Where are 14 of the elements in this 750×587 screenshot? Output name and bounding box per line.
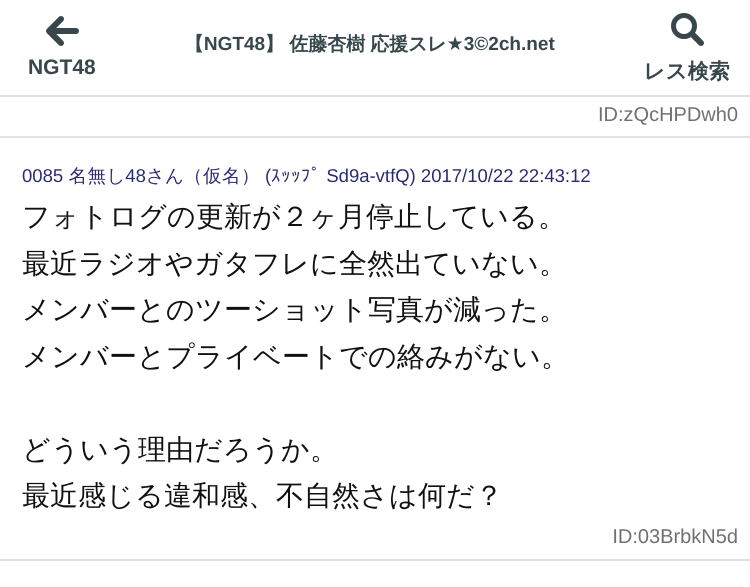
post-text-line: どういう理由だろうか。 [22,432,339,466]
post-text-line: 最近感じる違和感、不自然さは何だ？ [22,479,504,513]
poster-id: ID:03BrbkN5d [611,524,738,550]
back-arrow-icon [44,16,79,46]
post-text-line: メンバーとプライベートでの絡みがない。 [22,340,570,374]
post-header: 0085 名無し48さん（仮名） (ｽｯｯﾌﾟ Sd9a-vtfQ) 2017/10/22 22:43:12 [22,164,592,188]
post-text-line: フォトログの更新が２ヶ月停止している。 [22,200,567,234]
poster-id: ID:zQcHPDwh0 [596,103,738,128]
post-text-line: メンバーとのツーショット写真が減った。 [22,293,568,327]
search-button[interactable]: レス検索 [644,10,730,84]
search-icon [668,10,705,46]
thread-title: 【NGT48】 佐藤杏樹 応援スレ★3©2ch.net [184,32,555,56]
back-button[interactable]: NGT48 [28,16,96,80]
post-text-line: 最近ラジオやガタフレに全然出ていない。 [22,246,568,280]
